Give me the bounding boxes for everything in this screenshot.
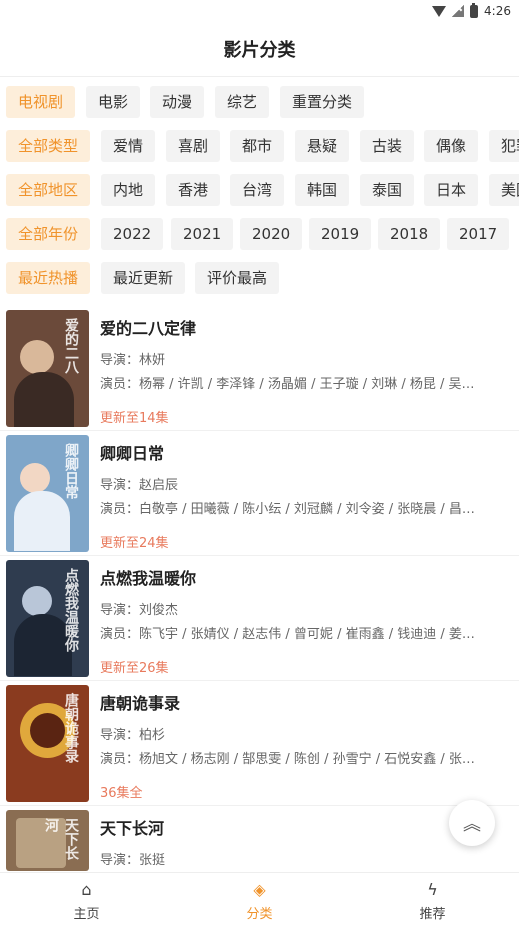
movie-title[interactable]: 卿卿日常 — [100, 440, 164, 464]
page-title: 影片分类 — [223, 40, 296, 61]
chip-year-2020[interactable]: 2020 — [240, 218, 303, 250]
list-item[interactable]: 唐朝诡事录 唐朝诡事录 导演：柏杉 演员：杨旭文 / 杨志刚 / 郜思雯 / 陈… — [0, 682, 519, 806]
tab-category-label: 分类 — [246, 906, 273, 922]
chip-year-2021[interactable]: 2021 — [171, 218, 234, 250]
movie-title[interactable]: 天下长河 — [100, 815, 164, 839]
poster-image[interactable]: 天下长河 — [6, 810, 89, 871]
movie-director: 导演：张挺 — [100, 853, 166, 868]
list-item[interactable]: 点燃我温暖你 点燃我温暖你 导演：刘俊杰 演员：陈飞宇 / 张婧仪 / 赵志伟 … — [0, 557, 519, 681]
movie-actors: 演员：杨旭文 / 杨志刚 / 郜思雯 / 陈创 / 孙雪宁 / 石悦安鑫 / 张… — [100, 752, 475, 767]
list-item[interactable]: 卿卿日常 卿卿日常 导演：赵启辰 演员：白敬亭 / 田曦薇 / 陈小纭 / 刘冠… — [0, 432, 519, 556]
chip-year-2018[interactable]: 2018 — [378, 218, 441, 250]
chip-category-movie[interactable]: 电影 — [86, 86, 141, 118]
chip-category-tv[interactable]: 电视剧 — [6, 86, 76, 118]
filter-row-category: 电视剧 电影 动漫 综艺 重置分类 — [0, 85, 519, 129]
poster-image[interactable]: 点燃我温暖你 — [6, 560, 89, 677]
chip-category-variety[interactable]: 综艺 — [215, 86, 270, 118]
chip-year-2022[interactable]: 2022 — [101, 218, 164, 250]
chip-year-all[interactable]: 全部年份 — [6, 218, 91, 250]
update-status: 更新至14集 — [100, 411, 169, 426]
movie-title[interactable]: 爱的二八定律 — [100, 315, 196, 339]
chip-category-anime[interactable]: 动漫 — [150, 86, 205, 118]
chip-region-taiwan[interactable]: 台湾 — [230, 174, 285, 206]
poster-image[interactable]: 卿卿日常 — [6, 435, 89, 552]
chip-region-korea[interactable]: 韩国 — [295, 174, 350, 206]
movie-title[interactable]: 点燃我温暖你 — [100, 565, 196, 589]
chip-sort-rating[interactable]: 评价最高 — [195, 262, 280, 294]
chip-genre-mystery[interactable]: 悬疑 — [295, 130, 350, 162]
double-chevron-up-icon: ︽ — [463, 814, 481, 835]
chip-region-usa[interactable]: 美国 — [489, 174, 519, 206]
chip-region-thailand[interactable]: 泰国 — [360, 174, 415, 206]
chip-genre-costume[interactable]: 古装 — [360, 130, 415, 162]
poster-image[interactable]: 爱的二八 — [6, 310, 89, 427]
chip-genre-idol[interactable]: 偶像 — [424, 130, 479, 162]
movie-director: 导演：柏杉 — [100, 728, 166, 743]
tab-category[interactable]: ◈ 分类 — [173, 873, 346, 929]
update-status: 更新至26集 — [100, 661, 169, 676]
filter-panel: 电视剧 电影 动漫 综艺 重置分类 全部类型 爱情 喜剧 都市 悬疑 古装 偶像… — [0, 85, 519, 305]
movie-director: 导演：林妍 — [100, 353, 166, 368]
status-bar: 4:26 — [0, 0, 519, 22]
movie-director: 导演：赵启辰 — [100, 478, 179, 493]
movie-actors: 演员：杨幂 / 许凯 / 李泽锋 / 汤晶媚 / 王子璇 / 刘琳 / 杨昆 /… — [100, 377, 475, 392]
chip-region-japan[interactable]: 日本 — [424, 174, 479, 206]
tab-home-label: 主页 — [73, 906, 100, 922]
poster-image[interactable]: 唐朝诡事录 — [6, 685, 89, 802]
bolt-icon: ϟ — [427, 879, 438, 899]
list-item[interactable]: 爱的二八 爱的二八定律 导演：林妍 演员：杨幂 / 许凯 / 李泽锋 / 汤晶媚… — [0, 307, 519, 431]
chip-region-all[interactable]: 全部地区 — [6, 174, 91, 206]
wifi-icon — [432, 5, 447, 17]
chip-genre-romance[interactable]: 爱情 — [101, 130, 156, 162]
filter-row-sort: 最近热播 最近更新 评价最高 — [0, 261, 519, 305]
chip-year-2019[interactable]: 2019 — [309, 218, 372, 250]
signal-icon — [452, 5, 465, 17]
movie-title[interactable]: 唐朝诡事录 — [100, 690, 180, 714]
tab-home[interactable]: ⌂ 主页 — [0, 873, 173, 929]
tab-recommend[interactable]: ϟ 推荐 — [346, 873, 519, 929]
layers-icon: ◈ — [253, 879, 266, 899]
filter-row-genre: 全部类型 爱情 喜剧 都市 悬疑 古装 偶像 犯罪 — [0, 129, 519, 173]
list-item[interactable]: 天下长河 天下长河 导演：张挺 — [0, 807, 519, 871]
movie-director: 导演：刘俊杰 — [100, 603, 179, 618]
chip-genre-comedy[interactable]: 喜剧 — [166, 130, 221, 162]
movie-actors: 演员：陈飞宇 / 张婧仪 / 赵志伟 / 曾可妮 / 崔雨鑫 / 钱迪迪 / 姜… — [100, 627, 475, 642]
battery-icon — [470, 2, 479, 18]
reset-filter-button[interactable]: 重置分类 — [280, 86, 365, 118]
chip-year-2017[interactable]: 2017 — [447, 218, 510, 250]
chip-sort-hot[interactable]: 最近热播 — [6, 262, 91, 294]
update-status: 更新至24集 — [100, 536, 169, 551]
chip-sort-latest[interactable]: 最近更新 — [101, 262, 186, 294]
tab-recommend-label: 推荐 — [419, 906, 446, 922]
page-header: 影片分类 — [0, 22, 519, 77]
update-status: 36集全 — [100, 786, 143, 801]
chip-genre-crime[interactable]: 犯罪 — [489, 130, 519, 162]
home-icon: ⌂ — [81, 879, 92, 899]
status-time: 4:26 — [484, 4, 511, 18]
scroll-to-top-button[interactable]: ︽ — [449, 800, 495, 846]
movie-actors: 演员：白敬亭 / 田曦薇 / 陈小纭 / 刘冠麟 / 刘令姿 / 张晓晨 / 昌… — [100, 502, 475, 517]
chip-genre-all[interactable]: 全部类型 — [6, 130, 91, 162]
filter-row-region: 全部地区 内地 香港 台湾 韩国 泰国 日本 美国 — [0, 173, 519, 217]
chip-genre-urban[interactable]: 都市 — [230, 130, 285, 162]
chip-region-mainland[interactable]: 内地 — [101, 174, 156, 206]
chip-region-hongkong[interactable]: 香港 — [166, 174, 221, 206]
bottom-tab-bar: ⌂ 主页 ◈ 分类 ϟ 推荐 — [0, 872, 519, 929]
filter-row-year: 全部年份 2022 2021 2020 2019 2018 2017 — [0, 217, 519, 261]
